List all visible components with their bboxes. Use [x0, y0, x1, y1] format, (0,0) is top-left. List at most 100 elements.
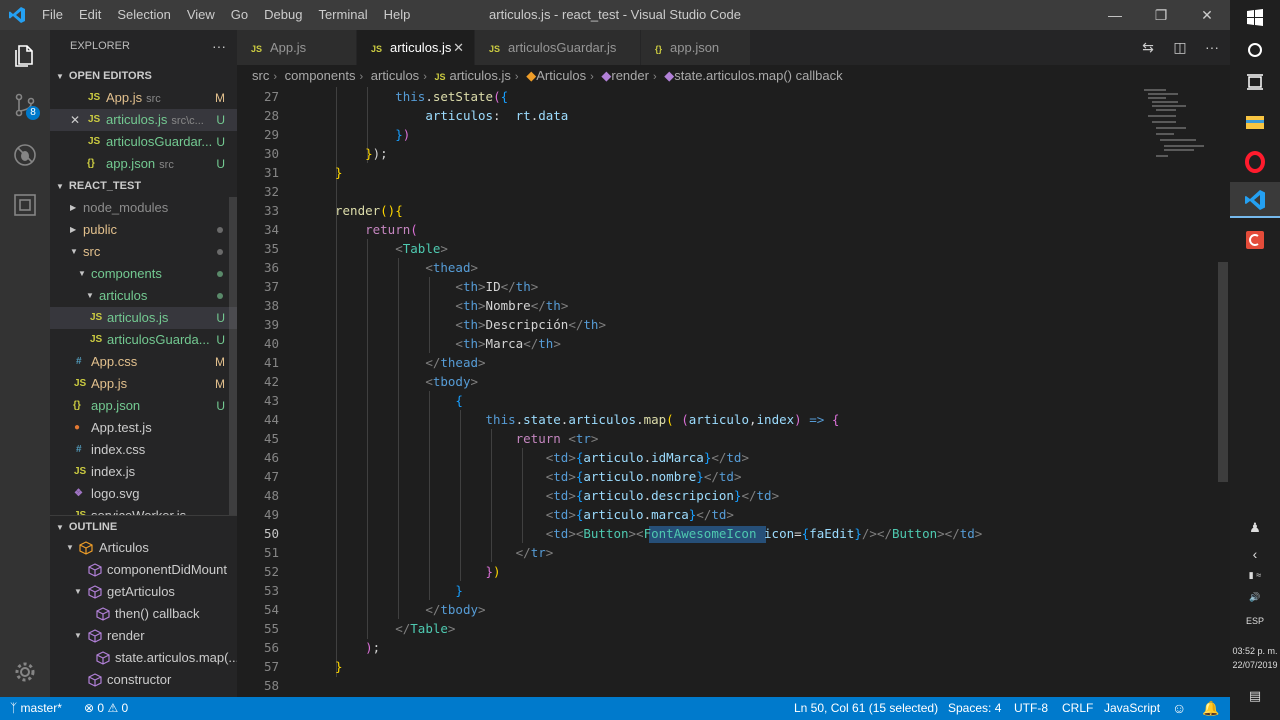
breadcrumb-item[interactable]: Articulos — [536, 68, 586, 83]
menu-file[interactable]: File — [34, 0, 71, 30]
code-line: }) — [485, 564, 501, 579]
code-editor[interactable]: 27 28 29 30 31 32 33 34 35 36 37 38 39 40 41 42 43 44 45 46… — [237, 87, 1230, 697]
tree-folder[interactable]: ▼ src — [50, 241, 237, 263]
outline-item[interactable]: ▼ render — [50, 625, 237, 647]
breadcrumb-item[interactable]: articulos — [371, 68, 419, 83]
explorer-icon[interactable] — [0, 30, 50, 78]
code-line: } — [455, 583, 463, 598]
clock-time[interactable]: 03:52 p. m. — [1230, 646, 1280, 656]
open-editor-item[interactable]: JS articulosGuardar... U — [50, 131, 237, 153]
outline-header[interactable]: ▼ OUTLINE — [50, 515, 237, 537]
menu-help[interactable]: Help — [376, 0, 419, 30]
tree-file[interactable]: ❖ logo.svg — [50, 483, 237, 505]
open-changes-icon[interactable]: ⇆ — [1140, 39, 1156, 55]
line-number: 27 — [263, 89, 279, 104]
tree-item-label: src — [83, 244, 101, 259]
task-view-icon[interactable] — [1243, 70, 1267, 94]
language-mode[interactable]: JavaScript — [1104, 697, 1160, 720]
tree-file[interactable]: # index.css — [50, 439, 237, 461]
line-number: 29 — [263, 127, 279, 142]
code-line: </tr> — [515, 545, 554, 560]
settings-gear-icon[interactable] — [0, 647, 50, 695]
tab-app-json[interactable]: {} app.json — [641, 30, 751, 65]
chevron-down-icon: ▼ — [56, 182, 64, 191]
cortana-icon[interactable] — [1243, 38, 1267, 62]
project-header[interactable]: ▼ REACT_TEST — [50, 175, 237, 197]
source-control-icon[interactable] — [0, 80, 50, 128]
tree-file[interactable]: JS serviceWorker.js — [50, 505, 237, 515]
tree-folder[interactable]: ▼ articulos — [50, 285, 237, 307]
minimize-button[interactable]: — — [1092, 0, 1138, 30]
outline-item[interactable]: constructor — [50, 669, 237, 691]
line-ending[interactable]: CRLF — [1062, 697, 1093, 720]
tree-folder[interactable]: ▼ components — [50, 263, 237, 285]
debug-icon[interactable] — [0, 130, 50, 178]
clock-date[interactable]: 22/07/2019 — [1230, 660, 1280, 670]
outline-item[interactable]: then() callback — [50, 603, 237, 625]
volume-icon[interactable]: 🔊 — [1230, 592, 1280, 603]
open-editor-item-active[interactable]: ✕ JS articulos.js src\c... U — [50, 109, 237, 131]
menu-edit[interactable]: Edit — [71, 0, 109, 30]
open-editor-item[interactable]: {} app.json src U — [50, 153, 237, 175]
line-number: 40 — [263, 336, 279, 351]
breadcrumb-item[interactable]: src — [252, 68, 269, 83]
people-icon[interactable]: ♟ — [1230, 520, 1280, 536]
tree-file-selected[interactable]: JS articulos.js U — [50, 307, 237, 329]
breadcrumb-item[interactable]: state.articulos.map() callback — [674, 68, 842, 83]
menu-debug[interactable]: Debug — [256, 0, 310, 30]
tree-folder[interactable]: ▶ node_modules — [50, 197, 237, 219]
file-explorer-icon[interactable] — [1243, 110, 1267, 134]
outline-item[interactable]: componentDidMount — [50, 559, 237, 581]
tree-file[interactable]: ● App.test.js — [50, 417, 237, 439]
tree-file[interactable]: {} app.json U — [50, 395, 237, 417]
branch-indicator[interactable]: ᛉ master* — [10, 697, 62, 720]
menu-go[interactable]: Go — [223, 0, 256, 30]
more-actions-icon[interactable]: ··· — [212, 38, 226, 54]
encoding[interactable]: UTF-8 — [1014, 697, 1048, 720]
menu-selection[interactable]: Selection — [109, 0, 178, 30]
tree-file[interactable]: JS index.js — [50, 461, 237, 483]
input-language[interactable]: ESP — [1230, 616, 1280, 626]
method-icon — [88, 585, 102, 599]
breadcrumb-item[interactable]: render — [611, 68, 649, 83]
tree-folder[interactable]: ▶ public — [50, 219, 237, 241]
tab-articulosguardar-js[interactable]: JS articulosGuardar.js — [475, 30, 641, 65]
tree-file[interactable]: JS App.js M — [50, 373, 237, 395]
menu-terminal[interactable]: Terminal — [310, 0, 375, 30]
close-icon[interactable]: ✕ — [70, 109, 80, 131]
breadcrumb-item[interactable]: components — [285, 68, 356, 83]
tab-app-js[interactable]: JS App.js — [237, 30, 357, 65]
cursor-position[interactable]: Ln 50, Col 61 (15 selected) — [794, 697, 938, 720]
outline-item[interactable]: ▼ Articulos — [50, 537, 237, 559]
tree-file[interactable]: # App.css M — [50, 351, 237, 373]
extensions-icon[interactable] — [0, 180, 50, 228]
restore-button[interactable]: ❐ — [1138, 0, 1184, 30]
tray-icons[interactable]: ▮ ≈ — [1230, 570, 1280, 581]
vscode-taskbar-icon[interactable] — [1243, 188, 1267, 212]
menu-view[interactable]: View — [179, 0, 223, 30]
notifications-bell-icon[interactable]: 🔔 — [1202, 697, 1219, 720]
app-c-icon[interactable] — [1243, 228, 1267, 252]
chevron-left-icon[interactable]: ‹ — [1230, 546, 1280, 562]
breadcrumb-item[interactable]: articulos.js — [450, 68, 511, 83]
open-editor-item[interactable]: JS App.js src M — [50, 87, 237, 109]
git-status: M — [215, 355, 225, 369]
tree-file[interactable]: JS articulosGuarda... U — [50, 329, 237, 351]
minimap[interactable] — [1142, 87, 1212, 167]
sidebar-scrollbar[interactable] — [229, 197, 237, 515]
feedback-smiley-icon[interactable]: ☺ — [1172, 697, 1186, 720]
indentation[interactable]: Spaces: 4 — [948, 697, 1001, 720]
opera-browser-icon[interactable] — [1243, 150, 1267, 174]
split-editor-icon[interactable]: ◫ — [1172, 39, 1188, 55]
action-center-icon[interactable]: ▤ — [1230, 688, 1280, 704]
outline-item[interactable]: ▼ getArticulos — [50, 581, 237, 603]
close-tab-icon[interactable]: ✕ — [453, 30, 464, 65]
problems-indicator[interactable]: ⊗ 0 ⚠ 0 — [84, 697, 128, 720]
close-window-button[interactable]: ✕ — [1184, 0, 1230, 30]
windows-start-icon[interactable] — [1243, 6, 1267, 30]
tab-articulos-js[interactable]: JS articulos.js ✕ — [357, 30, 475, 65]
open-editors-header[interactable]: ▼ OPEN EDITORS — [50, 65, 237, 87]
outline-item[interactable]: state.articulos.map(... — [50, 647, 237, 669]
editor-scrollbar[interactable] — [1218, 262, 1228, 482]
more-actions-icon[interactable]: ··· — [1204, 39, 1220, 55]
